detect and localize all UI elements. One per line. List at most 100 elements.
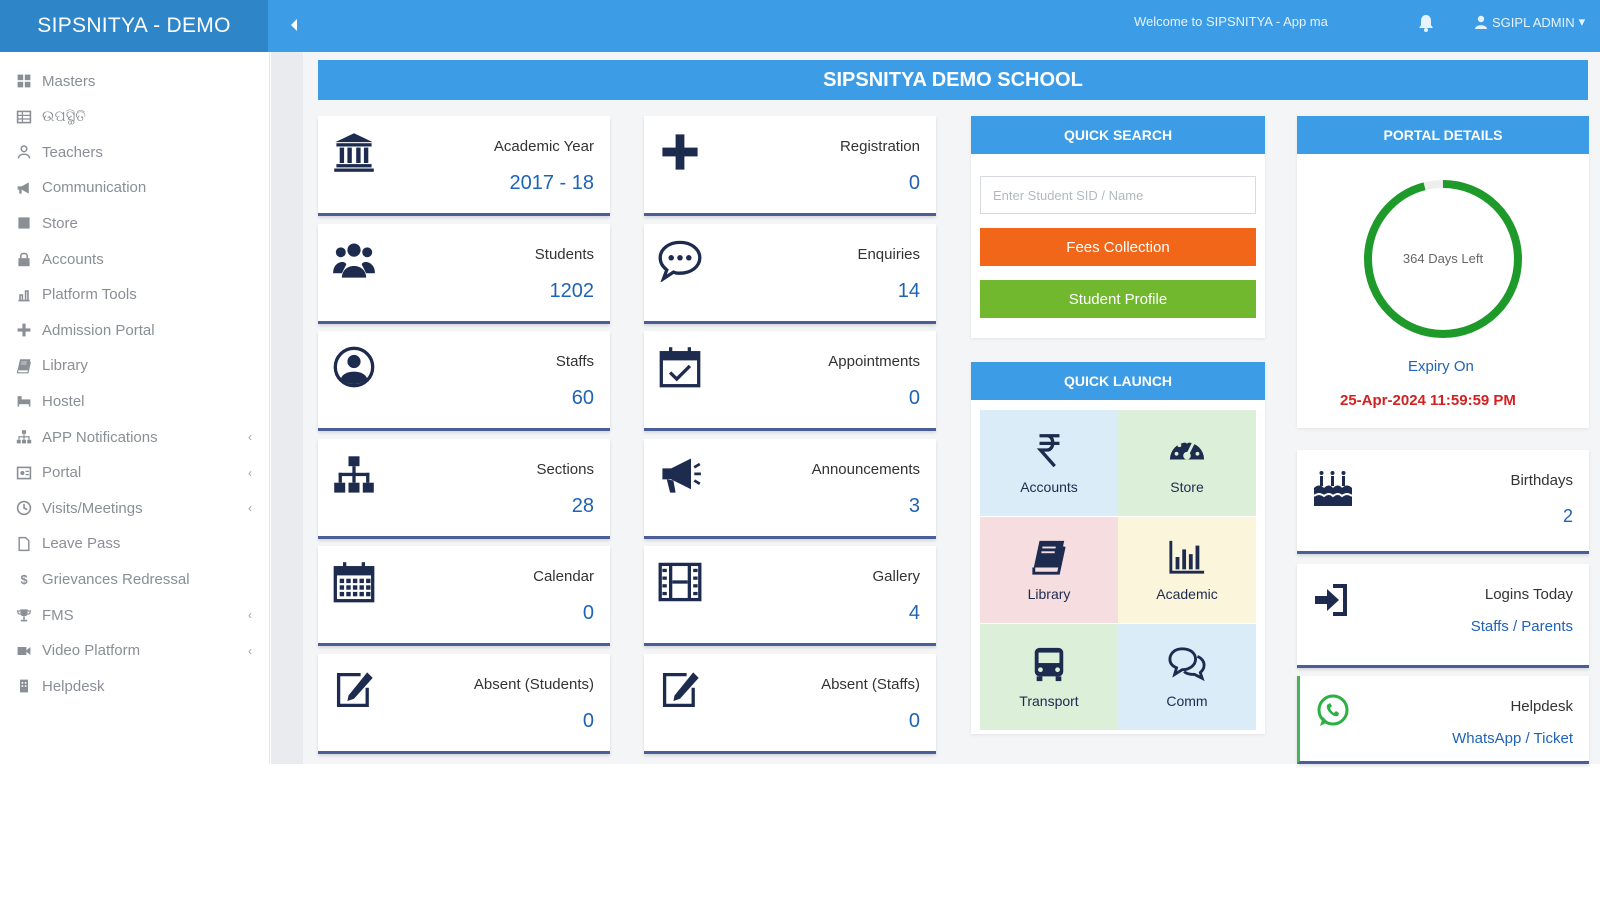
stat-label: Absent (Staffs): [821, 676, 920, 693]
stat-card-absent-students[interactable]: Absent (Students) 0: [318, 654, 610, 754]
stat-value: 0: [908, 387, 920, 410]
store-icon: [14, 215, 34, 231]
video-icon: [14, 643, 34, 659]
sidebar-item-5[interactable]: Accounts: [14, 244, 258, 274]
whatsapp-link[interactable]: WhatsApp: [1452, 730, 1521, 747]
sidebar-item-7[interactable]: Admission Portal: [14, 315, 258, 345]
sidebar-item-2[interactable]: Teachers: [14, 137, 258, 167]
stat-card-enquiries[interactable]: Enquiries 14: [644, 223, 936, 324]
helpdesk-separator: /: [1521, 730, 1534, 747]
days-left-text: 364 Days Left: [1403, 251, 1484, 266]
quick-launch-label: Academic: [1156, 586, 1218, 602]
sidebar-item-0[interactable]: Masters: [14, 66, 258, 96]
sidebar-item-8[interactable]: Library: [14, 351, 258, 381]
stat-card-sections[interactable]: Sections 28: [318, 438, 610, 539]
tools-icon: [14, 287, 34, 303]
sidebar-item-1[interactable]: ଉପସ୍ଥିତି: [14, 102, 258, 132]
student-profile-button[interactable]: Student Profile: [980, 280, 1256, 318]
sidebar-item-4[interactable]: Store: [14, 208, 258, 238]
stat-card-academic-year[interactable]: Academic Year 2017 - 18: [318, 116, 610, 216]
plus-icon: [14, 322, 34, 338]
book-icon: [14, 358, 34, 374]
quick-launch-library[interactable]: Library: [980, 517, 1118, 623]
parents-link[interactable]: Parents: [1521, 618, 1573, 635]
quick-launch-store[interactable]: Store: [1118, 410, 1256, 516]
institution-icon: [332, 130, 378, 176]
quick-search-header: QUICK SEARCH: [971, 116, 1265, 154]
dashboard-icon: [1168, 431, 1206, 469]
sidebar-item-label: ଉପସ୍ଥିତି: [42, 108, 86, 126]
stat-label: Appointments: [828, 353, 920, 371]
stat-label: Announcements: [811, 460, 920, 478]
sidebar-item-3[interactable]: Communication: [14, 173, 258, 203]
sidebar-item-label: Store: [42, 214, 78, 232]
sidebar-item-6[interactable]: Platform Tools: [14, 280, 258, 310]
rupee-icon: [1030, 431, 1068, 469]
sidebar-toggle-icon[interactable]: [283, 14, 305, 36]
user-menu[interactable]: SGIPL ADMIN ▾: [1474, 14, 1585, 30]
sidebar-item-11[interactable]: Portal ‹: [14, 458, 258, 488]
stat-value: 0: [582, 602, 594, 625]
stat-card-gallery[interactable]: Gallery 4: [644, 546, 936, 647]
stat-label: Students: [534, 245, 594, 263]
stat-card-announcements[interactable]: Announcements 3: [644, 438, 936, 539]
sidebar-item-14[interactable]: $ Grievances Redressal: [14, 564, 258, 594]
sitemap-icon: [332, 453, 378, 499]
sidebar-item-label: Video Platform: [42, 642, 141, 660]
caret-down-icon: ▾: [1578, 14, 1586, 29]
sidebar-item-10[interactable]: APP Notifications ‹: [14, 422, 258, 452]
chevron-left-icon: ‹: [248, 430, 252, 444]
bell-icon[interactable]: [1418, 14, 1438, 34]
stat-label: Staffs: [555, 353, 594, 371]
sidebar-item-15[interactable]: FMS ‹: [14, 600, 258, 630]
stat-card-staffs[interactable]: Staffs 60: [318, 331, 610, 432]
stat-value: 3: [908, 494, 920, 517]
sidebar-item-label: Portal: [42, 464, 82, 482]
sidebar-item-label: Admission Portal: [42, 321, 155, 339]
stat-card-students[interactable]: Students 1202: [318, 223, 610, 324]
student-search-input[interactable]: [980, 176, 1256, 214]
stat-card-appointments[interactable]: Appointments 0: [644, 331, 936, 432]
sidebar-item-label: Communication: [42, 179, 147, 197]
app-brand[interactable]: SIPSNITYA - DEMO: [0, 0, 268, 52]
stat-value: 1202: [549, 279, 595, 302]
ticket-link[interactable]: Ticket: [1534, 730, 1573, 747]
stat-value: 0: [908, 172, 920, 194]
sidebar-item-16[interactable]: Video Platform ‹: [14, 636, 258, 666]
sidebar-item-label: Hostel: [42, 392, 85, 410]
sidebar-item-17[interactable]: Helpdesk: [14, 671, 258, 701]
stat-value: 14: [897, 279, 920, 302]
sidebar-item-label: FMS: [42, 606, 74, 624]
quick-launch-header: QUICK LAUNCH: [971, 362, 1265, 400]
chevron-left-icon: ‹: [248, 643, 252, 658]
edit-icon: [658, 668, 704, 714]
plus-icon: [658, 130, 704, 176]
chevron-left-icon: ‹: [248, 501, 252, 516]
expiry-date: 25-Apr-2024 11:59:59 PM: [1340, 392, 1516, 409]
quick-launch-label: Comm: [1166, 693, 1208, 709]
sidebar-item-label: Helpdesk: [42, 677, 105, 695]
birthdays-card[interactable]: Birthdays 2: [1297, 450, 1589, 554]
trophy-icon: [14, 607, 34, 623]
quick-launch-transport[interactable]: Transport: [980, 624, 1118, 730]
top-navbar: SIPSNITYA - DEMO Welcome to SIPSNITYA - …: [0, 0, 1600, 52]
svg-text:$: $: [20, 572, 27, 587]
quick-launch-comm[interactable]: Comm: [1118, 624, 1256, 730]
stat-card-absent-staffs[interactable]: Absent (Staffs) 0: [644, 654, 936, 754]
sidebar-item-label: Visits/Meetings: [42, 499, 143, 517]
stat-value: 60: [571, 387, 594, 410]
quick-launch-accounts[interactable]: Accounts: [980, 410, 1118, 516]
sidebar-item-label: Leave Pass: [42, 535, 121, 553]
quick-launch-academic[interactable]: Academic: [1118, 517, 1256, 623]
sidebar-item-12[interactable]: Visits/Meetings ‹: [14, 493, 258, 523]
staffs-link[interactable]: Staffs: [1471, 618, 1509, 635]
stat-label: Absent (Students): [473, 676, 594, 693]
helpdesk-card: Helpdesk WhatsApp / Ticket: [1297, 676, 1589, 764]
sidebar-item-9[interactable]: Hostel: [14, 386, 258, 416]
stat-card-calendar[interactable]: Calendar 0: [318, 546, 610, 647]
stat-label: Academic Year: [493, 138, 594, 155]
sidebar-item-13[interactable]: Leave Pass: [14, 529, 258, 559]
fees-collection-button[interactable]: Fees Collection: [980, 228, 1256, 266]
helpdesk-label: Helpdesk: [1510, 698, 1573, 715]
stat-card-registration[interactable]: Registration 0: [644, 116, 936, 216]
